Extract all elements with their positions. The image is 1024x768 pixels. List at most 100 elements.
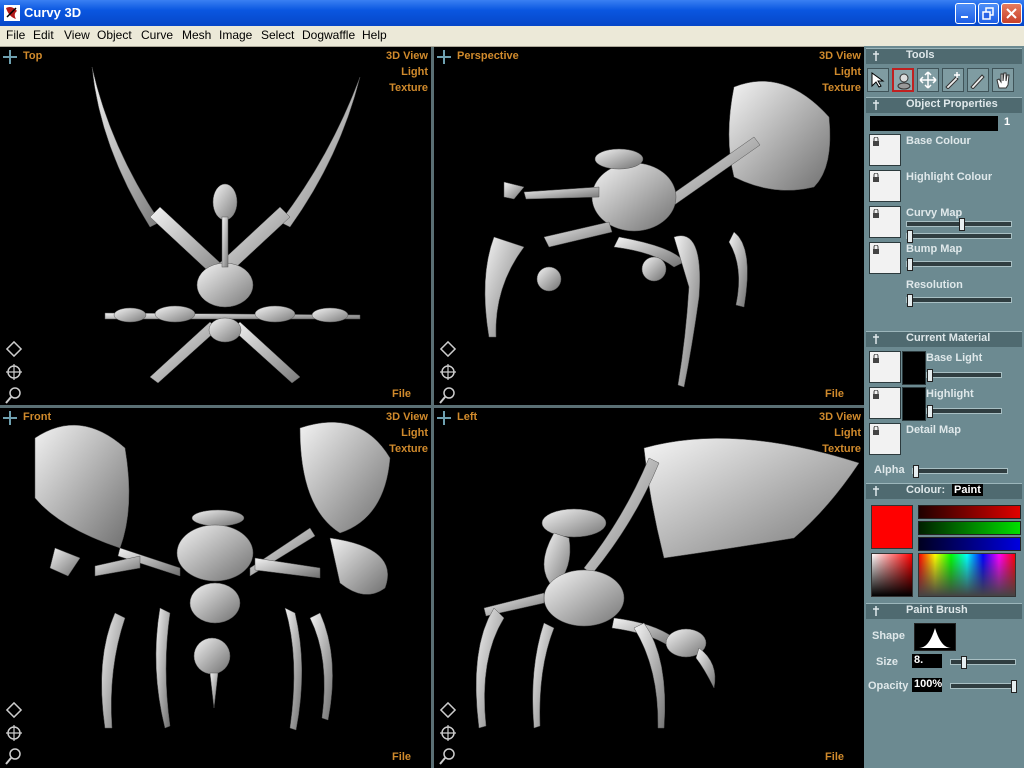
hand-tool[interactable] [992,68,1014,92]
orbit-icon[interactable] [4,700,24,720]
slider-knob[interactable] [927,369,933,382]
viewport-file-menu[interactable]: File [825,751,844,763]
viewport-file-menu[interactable]: File [392,751,411,763]
orbit-icon[interactable] [4,339,24,359]
resolution-slider[interactable] [906,294,1012,307]
orbit-icon[interactable] [438,700,458,720]
zoom-icon[interactable] [438,746,458,766]
pin-icon[interactable] [870,485,882,497]
object-name-field[interactable] [870,116,998,131]
lock-icon[interactable] [872,245,880,254]
window-title: Curvy 3D [24,5,82,20]
select-tool[interactable] [867,68,889,92]
pin-icon[interactable] [870,50,882,62]
viewport-file-menu[interactable]: File [392,388,411,400]
menu-object[interactable]: Object [97,28,132,42]
pin-icon[interactable] [870,333,882,345]
saturation-picker[interactable] [871,553,913,597]
pan-icon[interactable] [4,362,24,382]
base-light-swatch[interactable] [869,351,901,383]
object-properties-header[interactable]: Object Properties [866,97,1022,113]
model-render-perspective [484,81,831,388]
lock-icon[interactable] [872,390,880,399]
zoom-icon[interactable] [438,385,458,405]
zoom-icon[interactable] [4,385,24,405]
menu-dogwaffle[interactable]: Dogwaffle [302,28,355,42]
viewport-perspective[interactable]: Perspective 3D View Light Texture File [434,47,864,405]
bump-map-swatch[interactable] [869,242,901,274]
brush-size-field[interactable]: 8. [912,654,942,668]
current-colour-swatch[interactable] [871,505,913,549]
slider-knob[interactable] [913,465,919,478]
curvy-map-swatch[interactable] [869,206,901,238]
lock-icon[interactable] [872,137,880,146]
opacity-slider[interactable] [950,680,1017,693]
viewport-left[interactable]: Left 3D View Light Texture File [434,408,864,768]
curvy-map-slider-1[interactable] [906,218,1012,231]
add-pen-tool[interactable] [942,68,964,92]
menu-image[interactable]: Image [219,28,252,42]
pin-icon[interactable] [870,99,882,111]
pan-icon[interactable] [438,362,458,382]
tools-header[interactable]: Tools [866,48,1022,64]
highlight-label: Highlight [926,388,974,400]
hue-picker[interactable] [918,553,1016,597]
detail-map-swatch[interactable] [869,423,901,455]
slider-knob[interactable] [907,230,913,243]
lock-icon[interactable] [872,209,880,218]
orbit-icon[interactable] [438,339,458,359]
opacity-field[interactable]: 100% [912,678,942,692]
colour-header[interactable]: Colour: Paint [866,483,1022,499]
pan-icon[interactable] [4,723,24,743]
viewport-front[interactable]: Front 3D View Light Texture File [0,408,431,768]
viewport-file-menu[interactable]: File [825,388,844,400]
opacity-label: Opacity [868,680,909,692]
paint-brush-header[interactable]: Paint Brush [866,603,1022,619]
zoom-icon[interactable] [4,746,24,766]
slider-knob[interactable] [961,656,967,669]
slider-knob[interactable] [1011,680,1017,693]
viewport-top[interactable]: Top 3D View Light Texture File [0,47,431,405]
current-material-header[interactable]: Current Material [866,331,1022,347]
menu-select[interactable]: Select [261,28,294,42]
lock-icon[interactable] [872,426,880,435]
close-button[interactable] [1001,3,1022,24]
red-channel-slider[interactable] [918,505,1021,519]
highlight-colour-swatch[interactable] [869,170,901,202]
highlight-colour[interactable] [902,387,926,421]
highlight-swatch[interactable] [869,387,901,419]
alpha-slider[interactable] [912,465,1008,478]
base-light-colour[interactable] [902,351,926,385]
pan-icon[interactable] [438,723,458,743]
bump-map-slider[interactable] [906,258,1012,271]
menu-file[interactable]: File [6,28,25,42]
menu-help[interactable]: Help [362,28,387,42]
slider-knob[interactable] [907,294,913,307]
slider-knob[interactable] [927,405,933,418]
pen-tool[interactable] [967,68,989,92]
pin-icon[interactable] [870,605,882,617]
base-colour-swatch[interactable] [869,134,901,166]
pen-icon [970,74,985,89]
highlight-slider[interactable] [926,405,1002,418]
brush-shape-preview[interactable] [914,623,956,651]
colour-mode[interactable]: Paint [952,484,983,496]
sculpt-tool[interactable] [892,68,914,92]
blue-channel-slider[interactable] [918,537,1021,551]
menu-edit[interactable]: Edit [33,28,54,42]
base-light-slider[interactable] [926,369,1002,382]
lock-icon[interactable] [872,173,880,182]
menu-view[interactable]: View [64,28,90,42]
slider-knob[interactable] [907,258,913,271]
brush-size-slider[interactable] [950,656,1016,669]
curvy-map-slider-2[interactable] [906,230,1012,243]
menu-curve[interactable]: Curve [141,28,173,42]
slider-knob[interactable] [959,218,965,231]
minimize-button[interactable] [955,3,976,24]
green-channel-slider[interactable] [918,521,1021,535]
menu-mesh[interactable]: Mesh [182,28,211,42]
lock-icon[interactable] [872,354,880,363]
properties-panel: Tools Object Properties 1 Base Colour Hi… [864,46,1024,768]
move-tool[interactable] [917,68,939,92]
maximize-button[interactable] [978,3,999,24]
